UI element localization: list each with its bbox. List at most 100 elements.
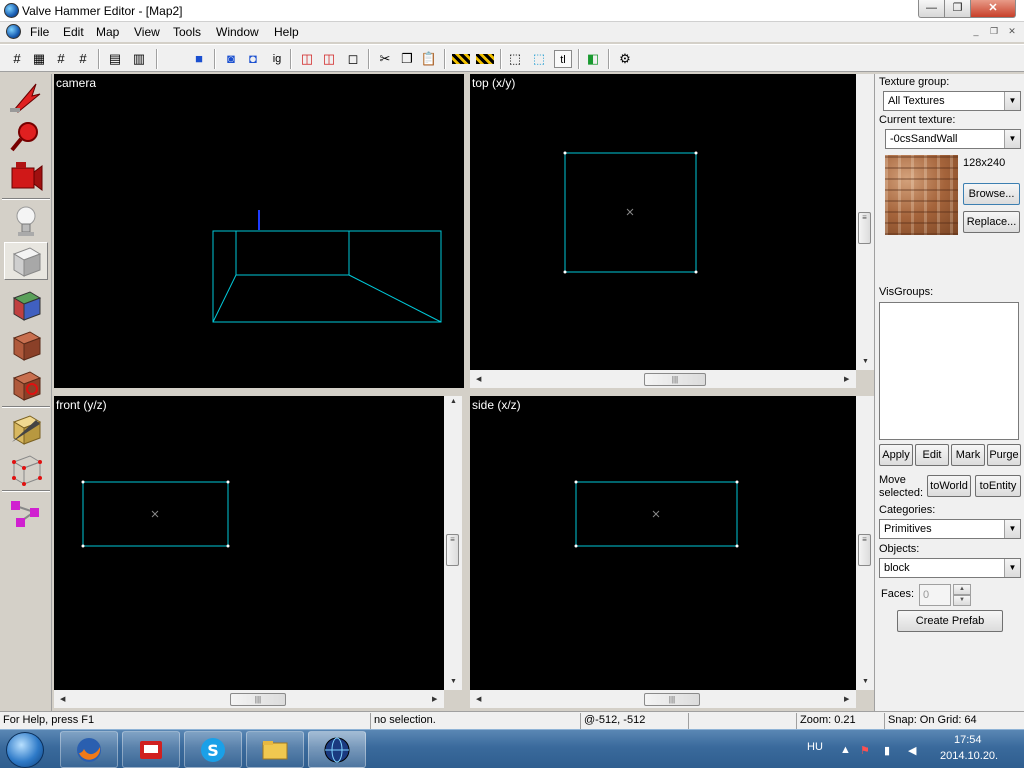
top-viewport-vscroll[interactable]: ▼ ≡ — [856, 74, 874, 370]
hide-unselected-icon[interactable]: ◘ — [244, 50, 262, 68]
hazard-show-icon[interactable] — [476, 54, 494, 64]
to-world-button[interactable]: toWorld — [927, 475, 971, 497]
front-viewport-vscroll[interactable]: ▲ ▼ ≡ — [444, 396, 462, 690]
ignore-groups-icon[interactable]: ig — [268, 50, 286, 68]
block-tool[interactable] — [4, 242, 48, 280]
menu-window[interactable]: Window — [216, 25, 259, 39]
scroll-down-arrow-icon[interactable]: ▼ — [862, 678, 869, 685]
mdi-restore-button[interactable]: ❐ — [986, 25, 1002, 39]
to-entity-button[interactable]: toEntity — [975, 475, 1021, 497]
apply-button[interactable]: Apply — [879, 444, 913, 466]
menu-help[interactable]: Help — [274, 25, 299, 39]
create-prefab-button[interactable]: Create Prefab — [897, 610, 1003, 632]
hazard-hide-icon[interactable] — [452, 54, 470, 64]
side-viewport-vscroll[interactable]: ▼ ≡ — [856, 396, 874, 690]
taskbar-explorer[interactable] — [246, 731, 304, 768]
tray-network-icon[interactable]: ▮ — [884, 744, 890, 757]
taskbar-hammer[interactable] — [308, 731, 366, 768]
faces-spin-down-icon[interactable]: ▼ — [953, 595, 971, 606]
chevron-down-icon[interactable]: ▼ — [1004, 130, 1020, 148]
faces-input[interactable]: 0 — [919, 584, 951, 606]
purge-button[interactable]: Purge — [987, 444, 1021, 466]
clock-time[interactable]: 17:54 — [954, 734, 982, 746]
categories-select[interactable]: Primitives ▼ — [879, 519, 1021, 539]
taskbar-app-red[interactable] — [122, 731, 180, 768]
menu-view[interactable]: View — [134, 25, 160, 39]
taskbar-skype[interactable]: S — [184, 731, 242, 768]
path-tool[interactable] — [4, 494, 48, 532]
chevron-down-icon[interactable]: ▼ — [1004, 559, 1020, 577]
top-viewport[interactable]: top (x/y) — [470, 74, 856, 370]
entity-report-icon[interactable]: ◧ — [584, 50, 602, 68]
front-viewport-hscroll[interactable]: ◀ ▶ ||| — [54, 690, 444, 708]
grid-smaller-icon[interactable]: # — [52, 50, 70, 68]
scroll-left-arrow-icon[interactable]: ◀ — [476, 695, 481, 703]
tray-flag-icon[interactable]: ⚑ — [860, 744, 870, 757]
front-hscroll-thumb[interactable]: ||| — [230, 693, 286, 706]
run-map-icon[interactable]: ⚙ — [616, 50, 634, 68]
side-viewport[interactable]: side (x/z) — [470, 396, 856, 690]
menu-file[interactable]: File — [30, 25, 49, 39]
maximize-button[interactable]: ❐ — [944, 0, 970, 18]
chevron-down-icon[interactable]: ▼ — [1004, 92, 1020, 110]
scroll-right-arrow-icon[interactable]: ▶ — [844, 695, 849, 703]
menu-edit[interactable]: Edit — [63, 25, 84, 39]
side-hscroll-thumb[interactable]: ||| — [644, 693, 700, 706]
texture-lock-icon[interactable]: tl — [554, 50, 572, 68]
scroll-up-arrow-icon[interactable]: ▲ — [450, 398, 457, 405]
clipping-tool[interactable] — [4, 410, 48, 448]
carve-icon[interactable]: ■ — [190, 50, 208, 68]
hide-selected-icon[interactable]: ◙ — [222, 50, 240, 68]
solid-wireframe-icon[interactable]: ◻ — [344, 50, 362, 68]
scroll-right-arrow-icon[interactable]: ▶ — [844, 375, 849, 383]
mdi-close-button[interactable]: ✕ — [1004, 25, 1020, 39]
taskbar-firefox[interactable] — [60, 731, 118, 768]
texture-group-select[interactable]: All Textures ▼ — [883, 91, 1021, 111]
mark-button[interactable]: Mark — [951, 444, 985, 466]
replace-button[interactable]: Replace... — [963, 211, 1020, 233]
chevron-down-icon[interactable]: ▼ — [1004, 520, 1020, 538]
edit-button[interactable]: Edit — [915, 444, 949, 466]
select-box-icon[interactable]: ⬚ — [506, 50, 524, 68]
tray-volume-icon[interactable]: ◀ — [908, 744, 916, 757]
browse-button[interactable]: Browse... — [963, 183, 1020, 205]
current-texture-select[interactable]: -0csSandWall ▼ — [885, 129, 1021, 149]
grid-larger-icon[interactable]: # — [74, 50, 92, 68]
ungroup-icon[interactable]: ▥ — [130, 50, 148, 68]
menu-tools[interactable]: Tools — [173, 25, 201, 39]
texture-application-tool[interactable] — [4, 286, 48, 324]
scroll-left-arrow-icon[interactable]: ◀ — [60, 695, 65, 703]
objects-select[interactable]: block ▼ — [879, 558, 1021, 578]
camera-viewport[interactable]: camera — [54, 74, 464, 388]
grid-toggle-icon[interactable]: # — [8, 50, 26, 68]
menu-map[interactable]: Map — [96, 25, 119, 39]
side-viewport-hscroll[interactable]: ◀ ▶ ||| — [470, 690, 856, 708]
clock-date[interactable]: 2014.10.20. — [940, 750, 998, 762]
apply-current-texture-tool[interactable] — [4, 326, 48, 364]
group-icon[interactable]: ▤ — [106, 50, 124, 68]
copy-icon[interactable]: ❐ — [398, 50, 416, 68]
faces-spin-up-icon[interactable]: ▲ — [953, 584, 971, 595]
close-button[interactable]: ✕ — [970, 0, 1016, 18]
paste-icon[interactable]: 📋 — [420, 50, 438, 68]
entity-tool[interactable] — [4, 202, 48, 240]
vertex-manipulation-tool[interactable] — [4, 450, 48, 488]
magnify-tool[interactable] — [4, 118, 48, 156]
top-vscroll-thumb[interactable]: ≡ — [858, 212, 871, 244]
top-hscroll-thumb[interactable]: ||| — [644, 373, 706, 386]
select-by-center-icon[interactable]: ⬚ — [530, 50, 548, 68]
mdi-minimize-button[interactable]: _ — [968, 25, 984, 39]
side-vscroll-thumb[interactable]: ≡ — [858, 534, 871, 566]
tray-expand-icon[interactable]: ▲ — [840, 744, 851, 756]
decal-tool[interactable] — [4, 366, 48, 404]
scroll-left-arrow-icon[interactable]: ◀ — [476, 375, 481, 383]
minimize-button[interactable]: — — [918, 0, 944, 18]
cordon-icon[interactable]: ◫ — [298, 50, 316, 68]
front-vscroll-thumb[interactable]: ≡ — [446, 534, 459, 566]
top-viewport-hscroll[interactable]: ◀ ▶ ||| — [470, 370, 856, 388]
camera-tool[interactable] — [4, 158, 48, 196]
cordon-edit-icon[interactable]: ◫ — [320, 50, 338, 68]
scroll-right-arrow-icon[interactable]: ▶ — [432, 695, 437, 703]
front-viewport[interactable]: front (y/z) — [54, 396, 444, 690]
scroll-down-arrow-icon[interactable]: ▼ — [450, 678, 457, 685]
